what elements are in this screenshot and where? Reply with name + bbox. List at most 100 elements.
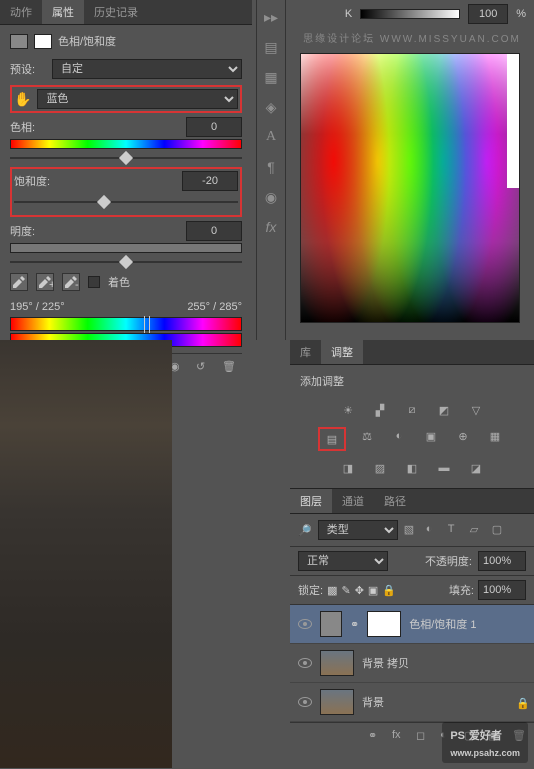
- add-mask-icon[interactable]: ◻: [416, 729, 432, 743]
- hue-gradient: [10, 139, 242, 149]
- visibility-icon[interactable]: [298, 619, 312, 629]
- saturation-slider[interactable]: [14, 201, 238, 203]
- layer-name[interactable]: 背景: [362, 694, 384, 710]
- saturation-input[interactable]: [182, 171, 238, 191]
- channel-mixer-icon[interactable]: ⊕: [452, 427, 474, 445]
- layer-item-1[interactable]: 背景 拷贝: [290, 644, 534, 683]
- tab-channels[interactable]: 通道: [332, 489, 374, 513]
- fill-input[interactable]: [478, 580, 526, 600]
- layer-thumb[interactable]: [320, 650, 354, 676]
- gradient-map-icon[interactable]: ▬: [433, 459, 455, 477]
- hue-sat-icon[interactable]: ▤: [321, 430, 343, 448]
- color-range-select[interactable]: 蓝色: [37, 89, 238, 109]
- watermark-logo: PS 爱好者 www.psahz.com: [442, 722, 528, 763]
- lightness-label: 明度:: [10, 223, 35, 239]
- filter-adjust-icon[interactable]: ◐: [426, 523, 442, 537]
- percent-label: %: [516, 8, 526, 20]
- svg-text:-: -: [75, 279, 79, 290]
- blend-mode-select[interactable]: 正常: [298, 551, 388, 571]
- fx-icon[interactable]: fx: [392, 729, 408, 743]
- svg-text:+: +: [49, 279, 53, 290]
- tab-history[interactable]: 历史记录: [84, 0, 148, 24]
- adjustment-icon: [10, 34, 28, 49]
- bw-icon[interactable]: ◐: [388, 427, 410, 445]
- paragraph-panel-icon[interactable]: ¶: [261, 158, 281, 176]
- colorize-label: 着色: [108, 274, 130, 290]
- filter-shape-icon[interactable]: ▱: [470, 523, 486, 537]
- hand-icon[interactable]: ✋: [14, 91, 31, 108]
- filter-pixel-icon[interactable]: ▧: [404, 523, 420, 537]
- canvas-preview[interactable]: [0, 340, 172, 768]
- curves-icon[interactable]: ⧄: [401, 401, 423, 419]
- color-balance-icon[interactable]: ⚖: [356, 427, 378, 445]
- preset-select[interactable]: 自定: [52, 59, 242, 79]
- photo-filter-icon[interactable]: ▣: [420, 427, 442, 445]
- levels-icon[interactable]: ▞: [369, 401, 391, 419]
- expand-icon[interactable]: ▸▸: [261, 8, 281, 26]
- eyedropper-add-icon[interactable]: +: [36, 273, 54, 291]
- filter-smart-icon[interactable]: ▢: [492, 523, 508, 537]
- layer-item-2[interactable]: 背景 🔒: [290, 683, 534, 722]
- vibrance-icon[interactable]: ▽: [465, 401, 487, 419]
- opacity-input[interactable]: [478, 551, 526, 571]
- layer-name[interactable]: 背景 拷贝: [362, 655, 409, 671]
- adjustment-thumb[interactable]: [320, 611, 342, 637]
- lock-artboard-icon[interactable]: ▣: [368, 584, 378, 597]
- eyedropper-subtract-icon[interactable]: -: [62, 273, 80, 291]
- tab-library[interactable]: 库: [290, 340, 321, 364]
- tab-actions[interactable]: 动作: [0, 0, 42, 24]
- hue-slider[interactable]: [10, 157, 242, 159]
- tab-properties[interactable]: 属性: [42, 0, 84, 24]
- layer-thumb[interactable]: [320, 689, 354, 715]
- visibility-icon[interactable]: [298, 697, 312, 707]
- k-slider[interactable]: [360, 9, 460, 19]
- saturation-highlight: 饱和度:: [10, 167, 242, 217]
- colorize-checkbox[interactable]: [88, 276, 100, 288]
- brush-panel-icon[interactable]: ▤: [261, 38, 281, 56]
- view-previous-icon[interactable]: ◉: [170, 360, 186, 374]
- lock-paint-icon[interactable]: ✎: [341, 584, 350, 597]
- filter-type-select[interactable]: 类型: [318, 520, 398, 540]
- tab-adjustments[interactable]: 调整: [321, 340, 363, 364]
- exposure-icon[interactable]: ◩: [433, 401, 455, 419]
- visibility-icon[interactable]: [298, 658, 312, 668]
- posterize-icon[interactable]: ▨: [369, 459, 391, 477]
- opacity-label: 不透明度:: [425, 553, 472, 569]
- reset-icon[interactable]: ↺: [196, 360, 212, 374]
- layer-name[interactable]: 色相/饱和度 1: [409, 616, 476, 632]
- lock-all-icon[interactable]: 🔒: [382, 584, 396, 597]
- brightness-icon[interactable]: ☀: [337, 401, 359, 419]
- range-right: 255° / 285°: [187, 301, 242, 313]
- color-picker[interactable]: [300, 53, 520, 323]
- trash-icon[interactable]: 🗑: [222, 360, 238, 374]
- link-layers-icon[interactable]: ⚭: [368, 729, 384, 743]
- hue-label: 色相:: [10, 119, 35, 135]
- threshold-icon[interactable]: ◧: [401, 459, 423, 477]
- swatches-panel-icon[interactable]: ◈: [261, 98, 281, 116]
- tab-paths[interactable]: 路径: [374, 489, 416, 513]
- spectrum-top[interactable]: [10, 317, 242, 331]
- color-lookup-icon[interactable]: ▦: [484, 427, 506, 445]
- filter-type-icon[interactable]: T: [448, 523, 464, 537]
- invert-icon[interactable]: ◨: [337, 459, 359, 477]
- lock-position-icon[interactable]: ✥: [355, 584, 364, 597]
- panel-title: 色相/饱和度: [58, 33, 116, 49]
- character-panel-icon[interactable]: A: [261, 128, 281, 146]
- k-input[interactable]: [468, 4, 508, 24]
- lightness-input[interactable]: [186, 221, 242, 241]
- search-icon[interactable]: 🔎: [298, 524, 312, 537]
- fx-panel-icon[interactable]: fx: [261, 218, 281, 236]
- styles-panel-icon[interactable]: ◉: [261, 188, 281, 206]
- selective-color-icon[interactable]: ◪: [465, 459, 487, 477]
- lightness-slider[interactable]: [10, 261, 242, 263]
- tab-layers[interactable]: 图层: [290, 489, 332, 513]
- mask-thumb[interactable]: [367, 611, 401, 637]
- lock-label: 锁定:: [298, 582, 323, 598]
- history-panel-icon[interactable]: ▦: [261, 68, 281, 86]
- hue-input[interactable]: [186, 117, 242, 137]
- lock-transparent-icon[interactable]: ▩: [327, 584, 337, 597]
- link-mask-icon[interactable]: ⚭: [350, 618, 359, 631]
- layer-item-0[interactable]: ⚭ 色相/饱和度 1: [290, 605, 534, 644]
- eyedropper-icon[interactable]: [10, 273, 28, 291]
- add-adjustment-label: 添加调整: [290, 365, 534, 397]
